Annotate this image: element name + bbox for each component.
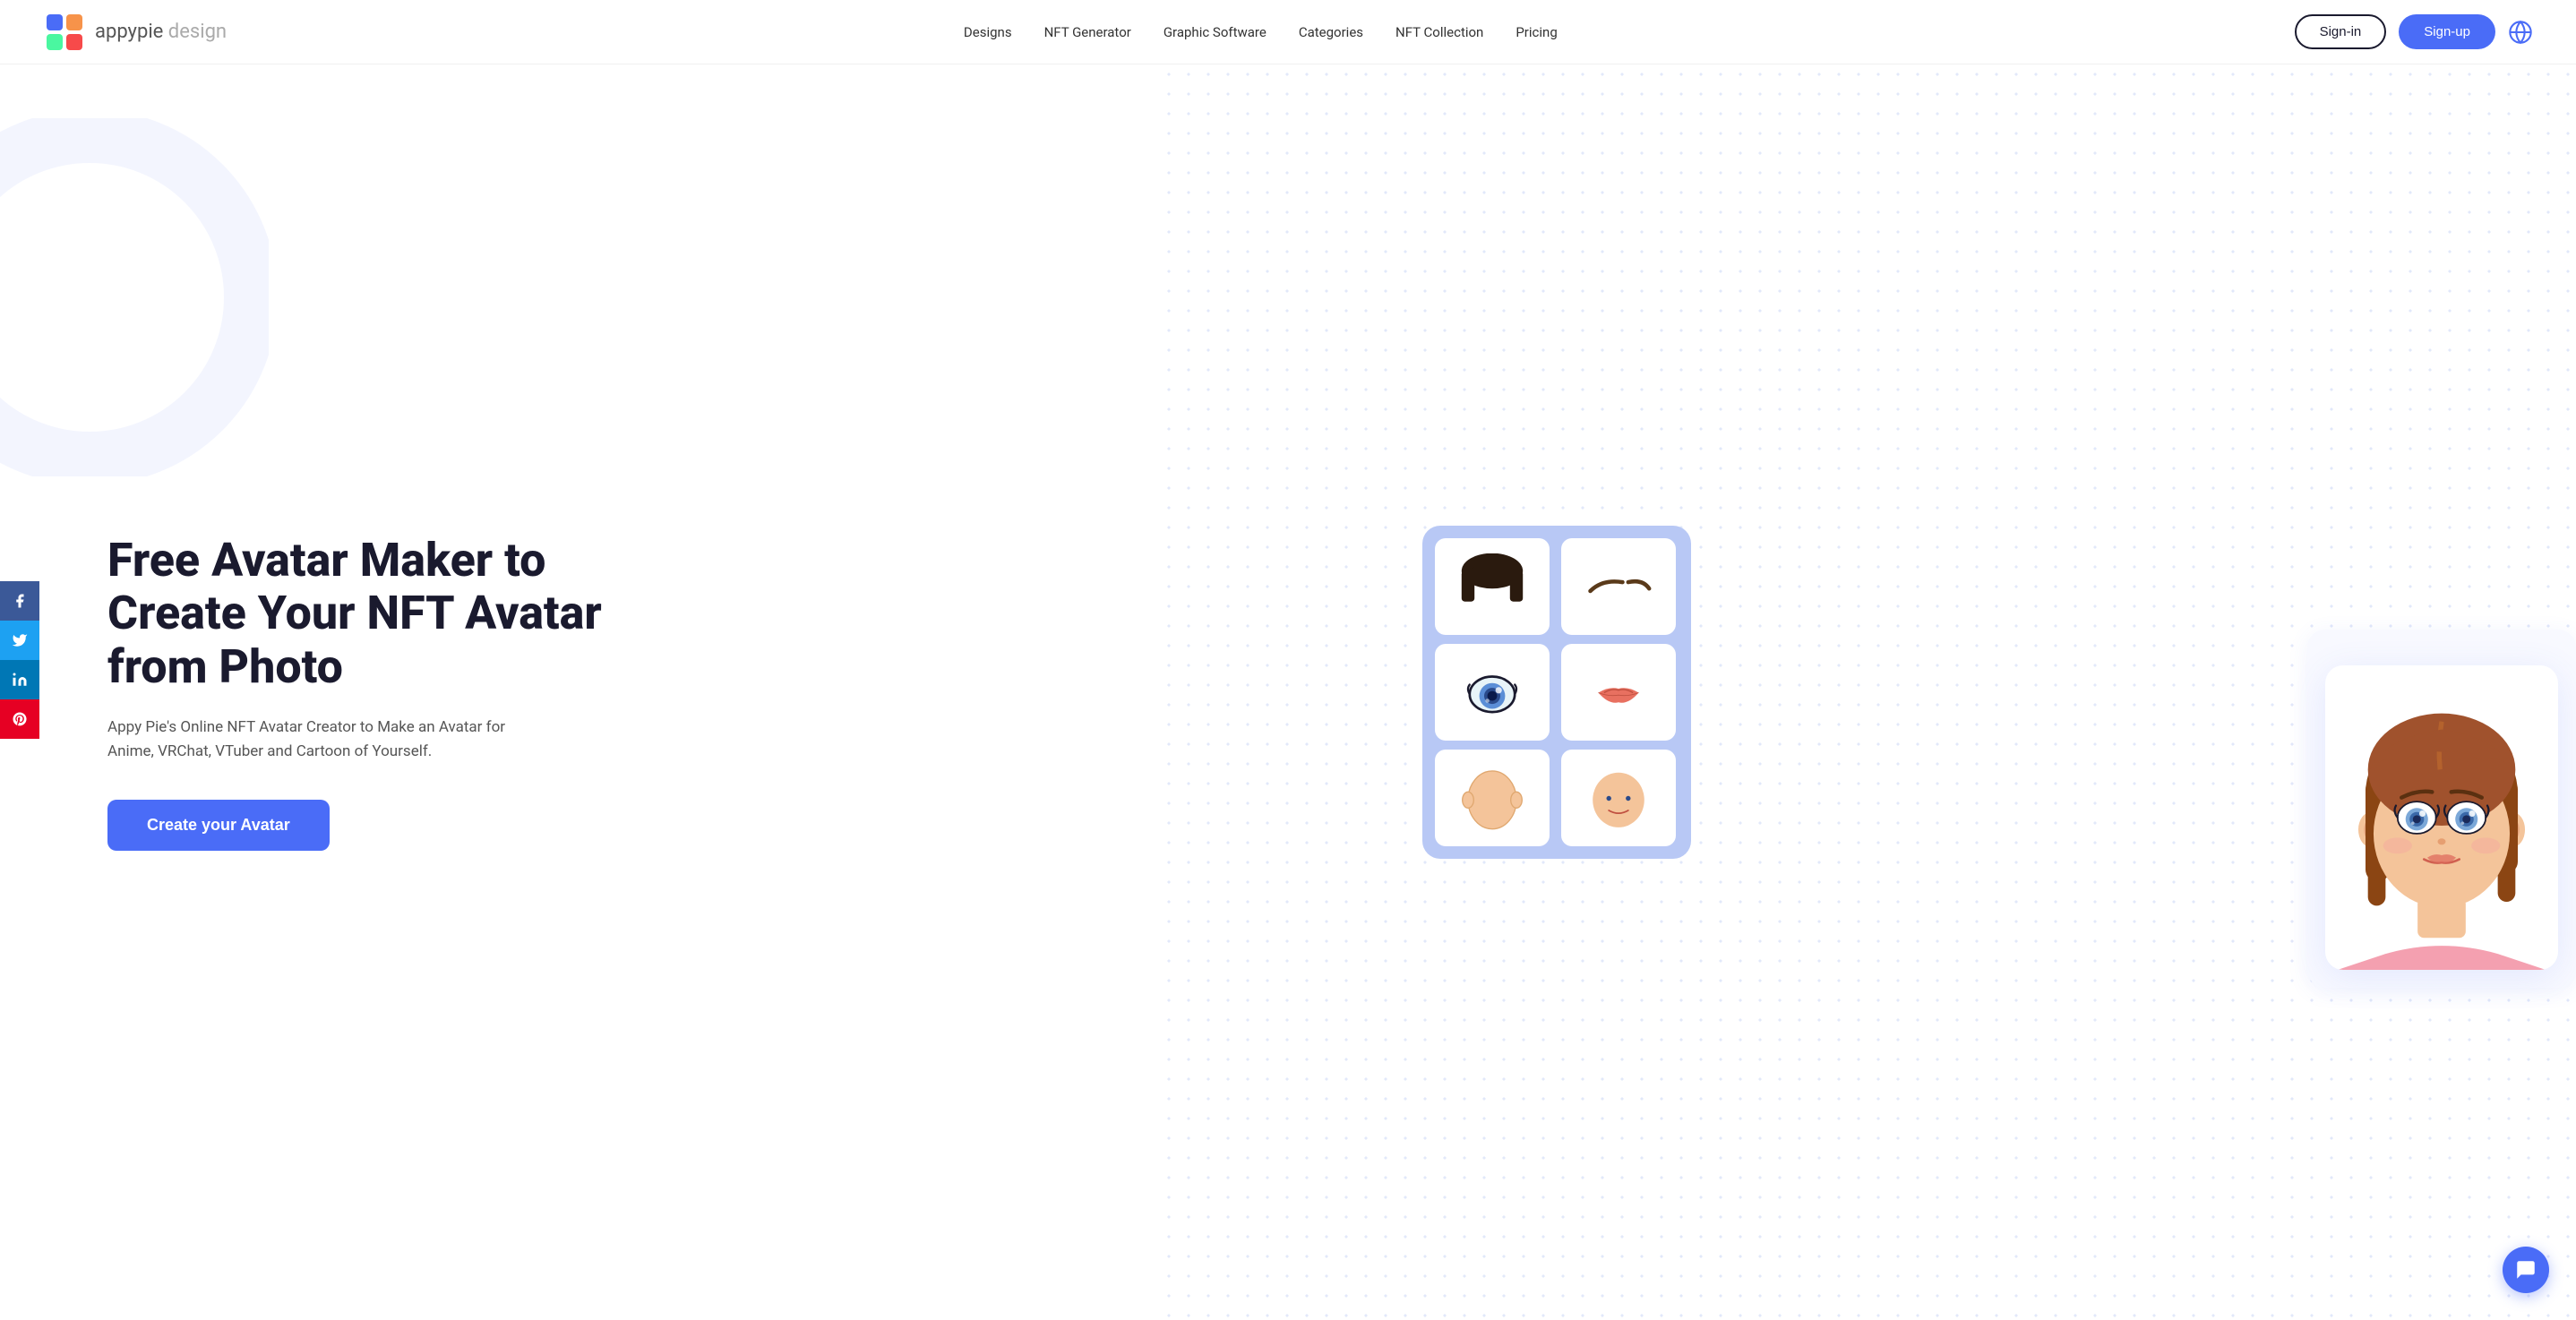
hero-subtitle: Appy Pie's Online NFT Avatar Creator to … [107,716,537,764]
nav-nft-generator[interactable]: NFT Generator [1044,24,1131,40]
hero-illustration [609,441,2504,943]
logo-text: appypie design [95,21,227,43]
avatar-grid-panel [1422,526,1691,859]
pinterest-share[interactable] [0,699,39,739]
avatar-face-panel [2325,665,2558,970]
head-cell [1561,750,1676,846]
eyebrow-cell [1561,538,1676,635]
nav-links: Designs NFT Generator Graphic Software C… [964,24,1558,40]
language-icon[interactable] [2508,20,2533,45]
nav-designs[interactable]: Designs [964,24,1012,40]
signup-button[interactable]: Sign-up [2399,14,2495,49]
facebook-share[interactable] [0,581,39,621]
navbar: appypie design Designs NFT Generator Gra… [0,0,2576,64]
social-sidebar [0,581,39,739]
create-avatar-button[interactable]: Create your Avatar [107,800,330,851]
bg-arc [0,118,269,476]
logo[interactable]: appypie design [43,11,227,54]
hair-cell [1435,538,1550,635]
eye-cell [1435,644,1550,741]
hero-title: Free Avatar Maker to Create Your NFT Ava… [107,534,609,694]
signin-button[interactable]: Sign-in [2295,14,2387,49]
hero-section: Free Avatar Maker to Create Your NFT Ava… [0,64,2576,1320]
face-cell [1435,750,1550,846]
nav-pricing[interactable]: Pricing [1516,24,1557,40]
nav-nft-collection[interactable]: NFT Collection [1395,24,1483,40]
twitter-share[interactable] [0,621,39,660]
nav-categories[interactable]: Categories [1299,24,1363,40]
hero-content: Free Avatar Maker to Create Your NFT Ava… [107,534,609,852]
nav-graphic-software[interactable]: Graphic Software [1163,24,1267,40]
linkedin-share[interactable] [0,660,39,699]
chat-button[interactable] [2503,1247,2549,1293]
nav-actions: Sign-in Sign-up [2295,14,2533,49]
lip-cell [1561,644,1676,741]
